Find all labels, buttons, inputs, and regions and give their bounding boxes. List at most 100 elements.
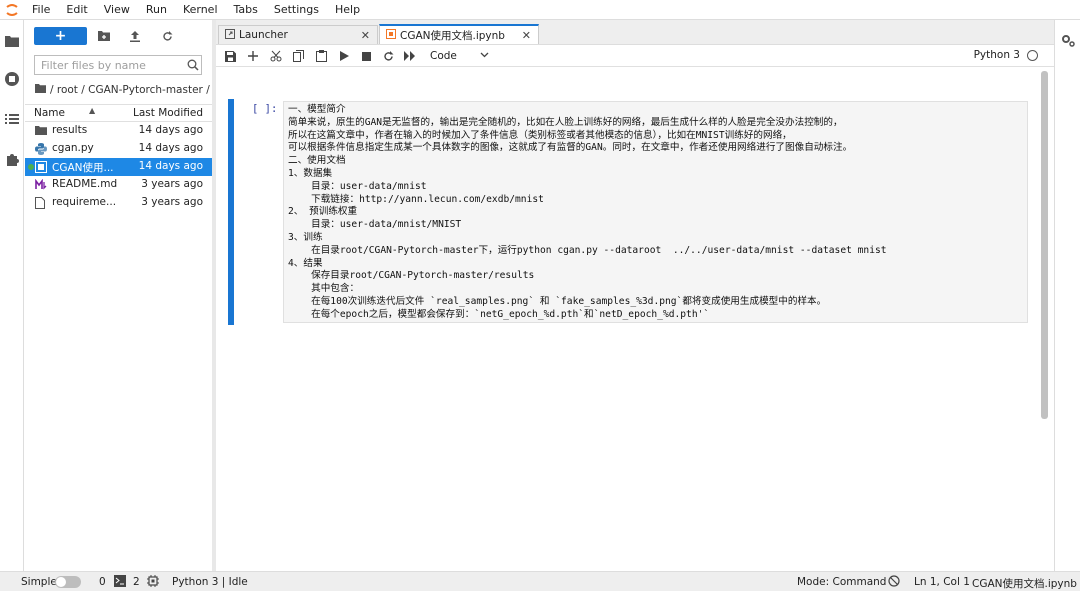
- python-file-icon: [35, 143, 47, 155]
- file-modified: 3 years ago: [141, 178, 203, 190]
- refresh-icon[interactable]: [159, 28, 175, 44]
- terminal-icon: [114, 575, 126, 590]
- status-bar: Simple 0 2 Python 3 | Idle Mode: Command…: [0, 571, 1080, 591]
- kernel-status[interactable]: Python 3 | Idle: [172, 576, 248, 588]
- file-row-cgan-py[interactable]: cgan.py 14 days ago: [25, 140, 212, 158]
- code-line: 在目录root/CGAN-Pytorch-master下，运行python cg…: [288, 244, 887, 256]
- menu-bar: File Edit View Run Kernel Tabs Settings …: [0, 0, 1080, 20]
- close-icon[interactable]: ✕: [361, 29, 370, 42]
- tab-cgan-notebook[interactable]: CGAN使用文档.ipynb ✕: [379, 24, 539, 44]
- cell-editor[interactable]: 一、模型简介 简单来说，原生的GAN是无监督的，输出是完全随机的，比如在人脸上训…: [283, 101, 1028, 323]
- run-icon[interactable]: [336, 48, 352, 64]
- file-browser-panel: + / root / CGAN-Pytorch-master / Name ▲ …: [25, 20, 212, 571]
- home-folder-icon[interactable]: [35, 84, 46, 96]
- paste-icon[interactable]: [313, 48, 329, 64]
- save-icon[interactable]: [222, 48, 238, 64]
- cut-icon[interactable]: [268, 48, 284, 64]
- main-area: Launcher ✕ CGAN使用文档.ipynb ✕ Code Python …: [216, 20, 1054, 571]
- tab-launcher[interactable]: Launcher ✕: [218, 25, 378, 44]
- file-name: CGAN使用...: [52, 162, 114, 174]
- upload-icon[interactable]: [127, 28, 143, 44]
- cell-type-dropdown[interactable]: Code: [430, 48, 490, 64]
- code-line: 3、训练: [288, 231, 323, 243]
- cursor-position[interactable]: Ln 1, Col 1: [914, 576, 970, 588]
- file-name: results: [52, 124, 88, 136]
- column-modified-header[interactable]: Last Modified: [133, 107, 203, 119]
- file-list: results 14 days ago cgan.py 14 days ago …: [25, 122, 212, 212]
- simple-mode-toggle[interactable]: [55, 576, 81, 588]
- kernel-idle-status-icon: [1027, 50, 1038, 61]
- vertical-scrollbar[interactable]: [1041, 71, 1048, 419]
- file-row-cgan-notebook[interactable]: CGAN使用... 14 days ago: [25, 158, 212, 176]
- cell-collapser[interactable]: [228, 99, 234, 325]
- file-modified: 3 years ago: [141, 196, 203, 208]
- simple-mode-label: Simple: [21, 576, 57, 588]
- file-icon: [35, 197, 47, 209]
- code-line: 所以在这篇文章中，作者在输入的时候加入了条件信息（类别标签或者其他模态的信息），…: [288, 129, 792, 141]
- code-line: 保存目录root/CGAN-Pytorch-master/results: [288, 270, 535, 282]
- file-row-results[interactable]: results 14 days ago: [25, 122, 212, 140]
- launcher-icon: [225, 28, 235, 42]
- menu-view[interactable]: View: [96, 3, 138, 16]
- menu-edit[interactable]: Edit: [58, 3, 95, 16]
- jupyter-logo-icon: [0, 0, 24, 20]
- notebook-cells: [ ]: 一、模型简介 简单来说，原生的GAN是无监督的，输出是完全随机的，比如…: [216, 67, 1038, 571]
- menu-help[interactable]: Help: [327, 3, 368, 16]
- property-inspector-gear-icon[interactable]: [1061, 34, 1075, 51]
- code-line: 下载链接：http://yann.lecun.com/exdb/mnist: [288, 193, 544, 205]
- code-line: 二、使用文档: [288, 155, 346, 167]
- add-cell-icon[interactable]: [245, 48, 261, 64]
- copy-icon[interactable]: [290, 48, 306, 64]
- code-line: 其中包含：: [288, 283, 360, 295]
- status-filename: CGAN使用文档.ipynb: [972, 578, 1077, 590]
- notebook-panel: Code Python 3 [ ]: 一、模型简介 简单来说，原生的GAN是无监…: [216, 44, 1054, 571]
- running-sessions-icon[interactable]: [3, 70, 21, 88]
- code-line: 在每个epoch之后，模型都会保存到：`netG_epoch_%d.pth`和`…: [288, 308, 710, 320]
- notebook-icon: [386, 28, 396, 42]
- running-indicator-icon: [28, 164, 34, 170]
- menu-tabs[interactable]: Tabs: [226, 3, 266, 16]
- file-name: requireme...: [52, 196, 117, 208]
- column-name-header[interactable]: Name: [34, 107, 65, 119]
- activity-bar: [0, 20, 24, 571]
- kernel-name[interactable]: Python 3: [974, 49, 1020, 61]
- chevron-down-icon: [480, 49, 489, 61]
- file-modified: 14 days ago: [138, 124, 203, 136]
- menu-kernel[interactable]: Kernel: [175, 3, 226, 16]
- no-trust-icon[interactable]: [888, 575, 900, 590]
- menu-run[interactable]: Run: [138, 3, 175, 16]
- code-line: 一、模型简介: [288, 104, 346, 115]
- menu-settings[interactable]: Settings: [266, 3, 327, 16]
- sort-ascending-icon[interactable]: ▲: [89, 106, 95, 115]
- file-modified: 14 days ago: [138, 160, 203, 172]
- code-line: 4、结果: [288, 257, 323, 269]
- interrupt-stop-icon[interactable]: [358, 48, 374, 64]
- table-of-contents-icon[interactable]: [3, 110, 21, 128]
- terminals-count[interactable]: 0: [99, 576, 106, 588]
- new-folder-icon[interactable]: [96, 28, 112, 44]
- code-cell[interactable]: [ ]: 一、模型简介 简单来说，原生的GAN是无监督的，输出是完全随机的，比如…: [228, 99, 1028, 325]
- cell-prompt: [ ]:: [252, 103, 278, 115]
- file-browser-toolbar: +: [25, 20, 212, 52]
- new-launcher-button[interactable]: +: [34, 27, 87, 45]
- filter-files-input[interactable]: [34, 55, 202, 75]
- code-line: 可以根据条件信息指定生成某一个具体数字的图像，这就成了有监督的GAN。同时，在文…: [288, 142, 853, 154]
- tab-label: CGAN使用文档.ipynb: [400, 29, 505, 42]
- file-row-readme[interactable]: README.md 3 years ago: [25, 176, 212, 194]
- restart-icon[interactable]: [380, 48, 396, 64]
- code-line: 目录：user-data/mnist/MNIST: [288, 219, 462, 231]
- breadcrumb: / root / CGAN-Pytorch-master /: [35, 83, 210, 97]
- close-icon[interactable]: ✕: [522, 29, 531, 42]
- folder-icon[interactable]: [3, 32, 21, 50]
- right-sidebar: [1054, 20, 1080, 571]
- menu-file[interactable]: File: [24, 3, 58, 16]
- restart-run-all-icon[interactable]: [402, 48, 418, 64]
- kernels-count[interactable]: 2: [133, 576, 140, 588]
- notebook-toolbar: Code Python 3: [216, 45, 1054, 67]
- file-modified: 14 days ago: [138, 142, 203, 154]
- extension-puzzle-icon[interactable]: [3, 150, 21, 168]
- file-row-requirements[interactable]: requireme... 3 years ago: [25, 194, 212, 212]
- code-line: 简单来说，原生的GAN是无监督的，输出是完全随机的，比如在人脸上训练好的网络，最…: [288, 116, 843, 128]
- breadcrumb-path[interactable]: / root / CGAN-Pytorch-master /: [50, 84, 210, 96]
- code-line: 在每100次训练迭代后文件 `real_samples.png` 和 `fake…: [288, 295, 827, 307]
